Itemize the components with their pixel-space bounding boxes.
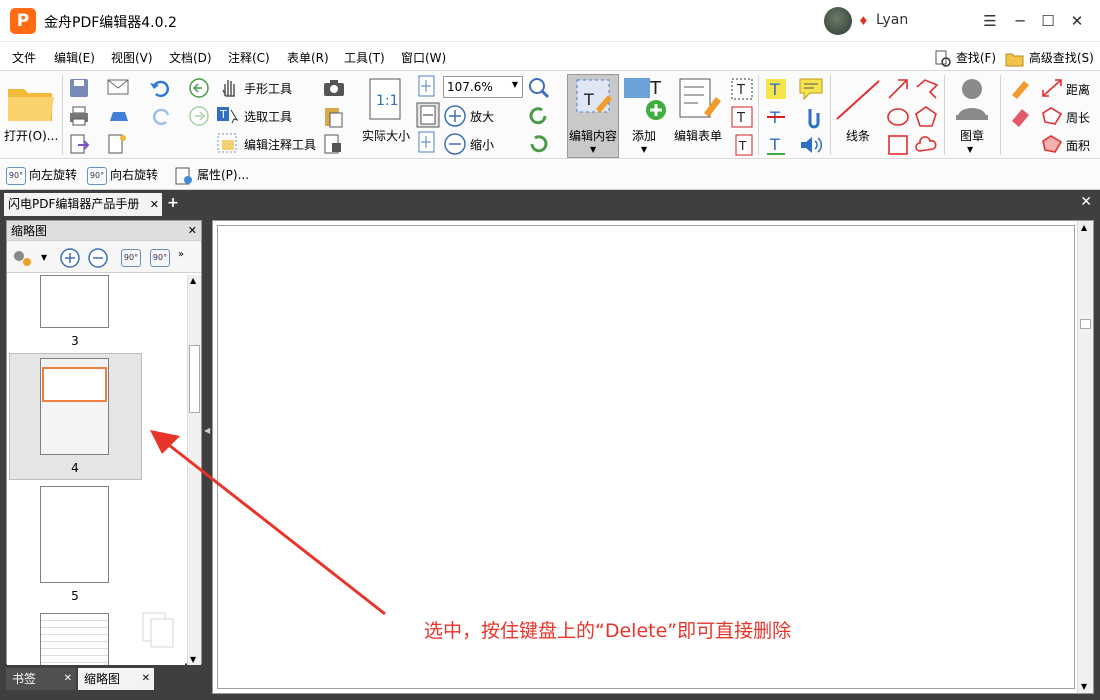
annotation-arrow <box>150 430 386 616</box>
annotation-text: 选中，按住键盘上的“Delete”即可直接删除 <box>424 620 792 642</box>
